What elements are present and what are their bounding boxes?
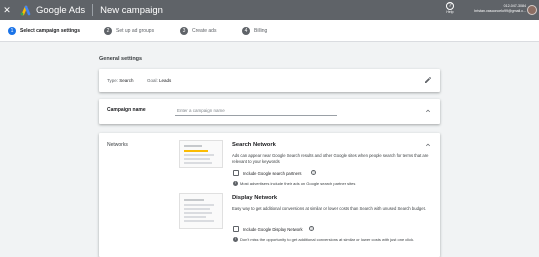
display-network-label[interactable]: Include Google Display Network (243, 227, 303, 232)
campaign-name-label: Campaign name (107, 107, 146, 113)
campaign-goal: Goal: Leads (147, 78, 171, 83)
goal-label: Goal: (147, 78, 158, 83)
general-settings-card[interactable]: Type: Search Goal: Leads (99, 69, 440, 92)
step-number: 2 (104, 27, 112, 35)
step-number: 4 (242, 27, 250, 35)
google-ads-logo-icon (19, 4, 31, 16)
campaign-type: Type: Search (107, 78, 134, 83)
display-network-info: Don't miss the opportunity to get additi… (240, 237, 415, 242)
step-set-up-ad-groups[interactable]: 2 Set up ad groups (104, 27, 154, 35)
header-divider (92, 4, 94, 16)
search-network-description: Ads can appear near Google Search result… (232, 153, 429, 164)
type-label: Type: (107, 78, 119, 83)
step-number: 3 (180, 27, 188, 35)
general-settings-heading: General settings (99, 56, 143, 62)
step-create-ads[interactable]: 3 Create ads (180, 27, 216, 35)
goal-value: Leads (159, 78, 172, 83)
campaign-name-input[interactable] (175, 105, 337, 116)
type-value: Search (119, 78, 134, 83)
campaign-stepper: 1 Select campaign settings 2 Set up ad g… (0, 20, 539, 42)
chevron-up-icon[interactable] (424, 107, 432, 115)
search-partners-label[interactable]: Include Google search partners (243, 171, 301, 176)
app-brand: Google Ads (36, 4, 86, 16)
display-network-illustration (179, 193, 223, 229)
step-billing[interactable]: 4 Billing (242, 27, 267, 35)
edit-icon[interactable] (424, 76, 432, 84)
step-label: Set up ad groups (116, 28, 155, 34)
networks-card: Networks Search Network Ads can appear n… (99, 133, 440, 257)
avatar[interactable] (527, 5, 537, 15)
help-icon[interactable]: ? (311, 170, 316, 175)
account-email: bristan.vasconcelo99@gmail.c... (474, 9, 526, 13)
search-network-illustration (179, 140, 223, 168)
campaign-name-card: Campaign name (99, 99, 440, 124)
help-icon: ? (446, 2, 454, 10)
search-partners-checkbox[interactable] (233, 170, 239, 176)
close-icon[interactable]: ✕ (1, 4, 13, 16)
step-select-campaign-settings[interactable]: 1 Select campaign settings (8, 27, 80, 35)
page-title: New campaign (100, 4, 163, 16)
chevron-up-icon[interactable] (424, 141, 432, 149)
display-network-title: Display Network (232, 195, 278, 201)
networks-label: Networks (107, 142, 128, 148)
search-partners-info: Most advertisers include their ads on Go… (240, 181, 356, 186)
display-network-description: Easy way to get additional conversions a… (232, 206, 426, 211)
step-label: Select campaign settings (20, 28, 81, 34)
help-label: Help (446, 10, 454, 14)
help-icon[interactable]: ? (309, 226, 314, 231)
display-network-checkbox[interactable] (233, 226, 239, 232)
info-icon: ! (233, 181, 238, 186)
search-network-title: Search Network (232, 142, 276, 148)
account-info[interactable]: 012-047-3084 bristan.vasconcelo99@gmail.… (468, 4, 526, 14)
top-app-bar: ✕ Google Ads New campaign ? Help 012-047… (0, 0, 539, 20)
step-label: Create ads (192, 28, 217, 34)
info-icon: ! (233, 237, 238, 242)
step-label: Billing (254, 28, 268, 34)
step-number: 1 (8, 27, 16, 35)
help-button[interactable]: ? Help (444, 2, 456, 15)
